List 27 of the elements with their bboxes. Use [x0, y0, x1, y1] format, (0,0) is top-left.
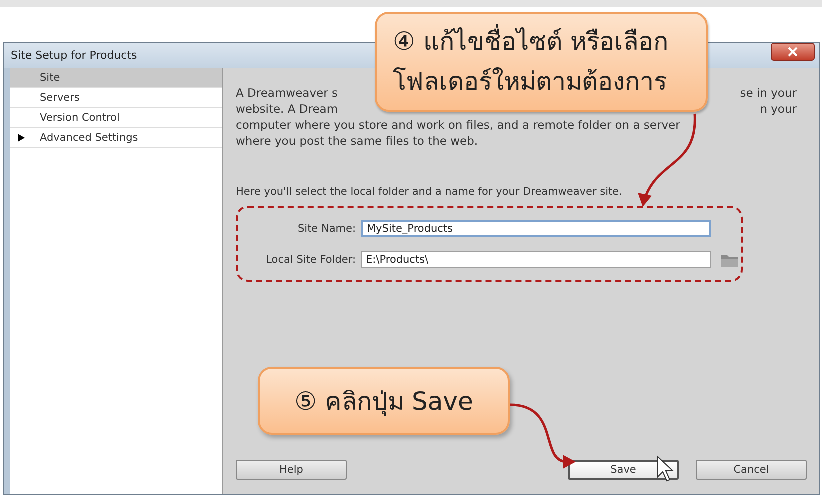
intro-text: website. A Dream — [236, 101, 338, 117]
sidebar-item[interactable]: Servers — [10, 88, 222, 108]
arrow — [510, 404, 576, 469]
intro-text: computer where you store and work on files, and a remote folder on a server — [236, 117, 680, 133]
dialog-button[interactable]: Cancel — [696, 460, 807, 480]
sidebar-item[interactable]: Version Control — [10, 108, 222, 128]
text-field[interactable]: MySite_Products — [361, 220, 711, 237]
callout-text: โฟลเดอร์ใหม่ตามต้องการ — [393, 66, 668, 98]
field-label: Site Name: — [296, 222, 357, 234]
callout-text: ④ แก้ไขชื่อไซต์ หรือเลือก — [393, 22, 690, 62]
sidebar-item[interactable]: Advanced Settings — [10, 128, 222, 148]
callout-text: ⑤ คลิกปุ่ม Save — [294, 386, 474, 418]
intro-text: se in your — [740, 85, 797, 101]
close-icon — [788, 46, 798, 56]
intro-text: where you post the same files to the web. — [236, 133, 478, 149]
mouse-cursor-icon — [658, 456, 674, 482]
text-field[interactable]: E:\Products\ — [361, 251, 711, 268]
dialog-button[interactable]: Help — [236, 460, 347, 480]
window-title: Site Setup for Products — [11, 49, 138, 62]
intro-text: A Dreamweaver s — [236, 85, 338, 101]
close-button[interactable] — [771, 42, 815, 60]
sidebar-item[interactable]: Site — [10, 68, 222, 88]
field-label: Local Site Folder: — [265, 254, 357, 266]
dialog-button[interactable]: Save — [568, 460, 679, 480]
intro-text: n your — [760, 101, 797, 117]
expand-arrow-icon[interactable] — [18, 134, 25, 142]
instruction-text: Here you'll select the local folder and a name for your Dreamweaver site. — [236, 186, 624, 198]
